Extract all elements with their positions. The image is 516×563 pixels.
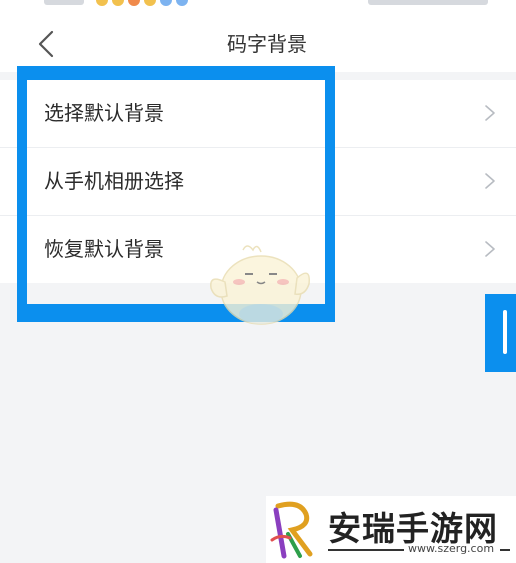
chevron-right-icon xyxy=(485,105,495,121)
navigation-bar: 码字背景 xyxy=(0,16,516,72)
chevron-right-icon xyxy=(485,173,495,189)
brand-logo-icon xyxy=(270,501,313,559)
status-bar-app-icons xyxy=(96,0,188,6)
watermark-logo: 安瑞手游网 www.szerg.com xyxy=(266,496,516,563)
status-bar-left-indicator xyxy=(44,0,84,5)
status-bar-right-indicator xyxy=(368,0,488,5)
mascot-watermark-icon xyxy=(210,245,310,325)
page-title: 码字背景 xyxy=(227,32,307,56)
side-edge-tab[interactable] xyxy=(485,294,516,372)
url-divider-right xyxy=(500,549,510,551)
chevron-right-icon xyxy=(485,241,495,257)
url-divider-left xyxy=(328,549,404,551)
menu-item-select-from-album[interactable]: 从手机相册选择 xyxy=(0,148,516,216)
side-tab-handle xyxy=(503,310,507,354)
brand-url: www.szerg.com xyxy=(408,542,495,555)
status-bar xyxy=(0,0,516,16)
menu-item-label: 从手机相册选择 xyxy=(44,169,184,193)
menu-item-label: 选择默认背景 xyxy=(44,101,164,125)
menu-item-label: 恢复默认背景 xyxy=(44,237,164,261)
menu-item-select-default-background[interactable]: 选择默认背景 xyxy=(0,80,516,148)
